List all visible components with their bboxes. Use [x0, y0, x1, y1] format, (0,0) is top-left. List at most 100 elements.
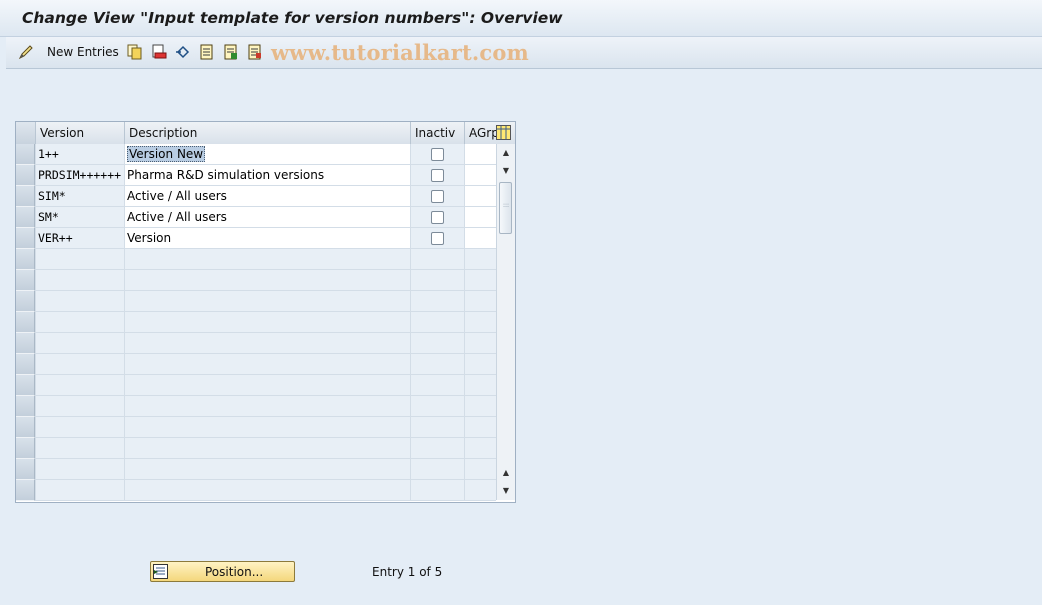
agrp-cell[interactable] [464, 396, 496, 417]
undo-icon[interactable] [175, 44, 191, 60]
description-cell[interactable]: Version New [124, 144, 410, 165]
table-row[interactable]: 1++ Version New [16, 144, 496, 165]
scroll-down-icon[interactable]: ▼ [499, 164, 513, 178]
table-row[interactable]: PRDSIM++++++ Pharma R&D simulation versio… [16, 165, 496, 186]
inactive-cell[interactable] [410, 165, 464, 186]
inactive-cell[interactable] [410, 249, 464, 270]
scroll-up-icon[interactable]: ▲ [499, 146, 513, 160]
empty-table-row[interactable] [16, 249, 496, 270]
table-row[interactable]: SM* Active / All users [16, 207, 496, 228]
row-selector[interactable] [16, 396, 35, 417]
agrp-cell[interactable] [464, 333, 496, 354]
version-cell[interactable] [35, 291, 124, 312]
empty-table-row[interactable] [16, 438, 496, 459]
empty-table-row[interactable] [16, 270, 496, 291]
agrp-cell[interactable] [464, 291, 496, 312]
row-selector[interactable] [16, 375, 35, 396]
row-selector[interactable] [16, 438, 35, 459]
version-cell[interactable] [35, 459, 124, 480]
agrp-cell[interactable] [464, 165, 496, 186]
version-cell[interactable]: VER++ [35, 228, 124, 249]
agrp-cell[interactable] [464, 270, 496, 291]
vertical-scrollbar[interactable]: ▲ ▼ ::: ▲ ▼ [496, 144, 515, 500]
new-entries-button[interactable]: New Entries [47, 45, 119, 59]
agrp-cell[interactable] [464, 354, 496, 375]
row-selector[interactable] [16, 165, 35, 186]
inactive-checkbox[interactable] [431, 232, 444, 245]
inactive-cell[interactable] [410, 312, 464, 333]
row-selector[interactable] [16, 270, 35, 291]
row-selector[interactable] [16, 291, 35, 312]
agrp-cell[interactable] [464, 438, 496, 459]
inactive-checkbox[interactable] [431, 169, 444, 182]
version-cell[interactable] [35, 480, 124, 501]
inactive-cell[interactable] [410, 291, 464, 312]
column-header-version[interactable]: Version [35, 122, 124, 144]
column-header-inactive[interactable]: Inactiv [410, 122, 464, 144]
column-header-agrp[interactable]: AGrp [464, 122, 496, 144]
position-button[interactable]: Position... [150, 561, 295, 582]
version-cell[interactable]: 1++ [35, 144, 124, 165]
inactive-cell[interactable] [410, 480, 464, 501]
inactive-checkbox[interactable] [431, 190, 444, 203]
inactive-cell[interactable] [410, 270, 464, 291]
column-header-description[interactable]: Description [124, 122, 410, 144]
version-cell[interactable] [35, 312, 124, 333]
row-selector[interactable] [16, 144, 35, 165]
empty-table-row[interactable] [16, 312, 496, 333]
row-selector[interactable] [16, 312, 35, 333]
description-cell[interactable] [124, 291, 410, 312]
select-block-icon[interactable] [223, 44, 239, 60]
inactive-cell[interactable] [410, 438, 464, 459]
version-cell[interactable] [35, 249, 124, 270]
agrp-cell[interactable] [464, 207, 496, 228]
description-cell[interactable]: Pharma R&D simulation versions [124, 165, 410, 186]
version-cell[interactable]: SM* [35, 207, 124, 228]
select-all-icon[interactable] [199, 44, 215, 60]
version-cell[interactable] [35, 438, 124, 459]
row-selector[interactable] [16, 417, 35, 438]
empty-table-row[interactable] [16, 375, 496, 396]
agrp-cell[interactable] [464, 312, 496, 333]
version-cell[interactable]: PRDSIM++++++ [35, 165, 124, 186]
agrp-cell[interactable] [464, 249, 496, 270]
inactive-cell[interactable] [410, 144, 464, 165]
description-cell[interactable]: Active / All users [124, 186, 410, 207]
inactive-cell[interactable] [410, 207, 464, 228]
empty-table-row[interactable] [16, 417, 496, 438]
description-cell[interactable]: Active / All users [124, 207, 410, 228]
empty-table-row[interactable] [16, 291, 496, 312]
inactive-cell[interactable] [410, 186, 464, 207]
row-selector[interactable] [16, 333, 35, 354]
description-cell[interactable]: Version [124, 228, 410, 249]
description-cell[interactable] [124, 417, 410, 438]
description-cell[interactable] [124, 249, 410, 270]
agrp-cell[interactable] [464, 480, 496, 501]
description-cell[interactable] [124, 396, 410, 417]
version-cell[interactable] [35, 270, 124, 291]
description-cell[interactable] [124, 438, 410, 459]
agrp-cell[interactable] [464, 186, 496, 207]
inactive-cell[interactable] [410, 333, 464, 354]
empty-table-row[interactable] [16, 333, 496, 354]
page-down-icon[interactable]: ▼ [499, 484, 513, 498]
delete-icon[interactable] [151, 44, 167, 60]
row-selector[interactable] [16, 354, 35, 375]
description-cell[interactable] [124, 354, 410, 375]
description-cell[interactable] [124, 333, 410, 354]
version-cell[interactable] [35, 396, 124, 417]
empty-table-row[interactable] [16, 354, 496, 375]
pencil-glasses-icon[interactable] [18, 44, 34, 60]
inactive-cell[interactable] [410, 417, 464, 438]
copy-icon[interactable] [127, 44, 143, 60]
inactive-cell[interactable] [410, 354, 464, 375]
version-cell[interactable] [35, 333, 124, 354]
empty-table-row[interactable] [16, 396, 496, 417]
select-all-rows-button[interactable] [16, 122, 36, 144]
deselect-all-icon[interactable] [247, 44, 263, 60]
agrp-cell[interactable] [464, 417, 496, 438]
inactive-cell[interactable] [410, 228, 464, 249]
row-selector[interactable] [16, 480, 35, 501]
row-selector[interactable] [16, 186, 35, 207]
description-cell[interactable] [124, 459, 410, 480]
